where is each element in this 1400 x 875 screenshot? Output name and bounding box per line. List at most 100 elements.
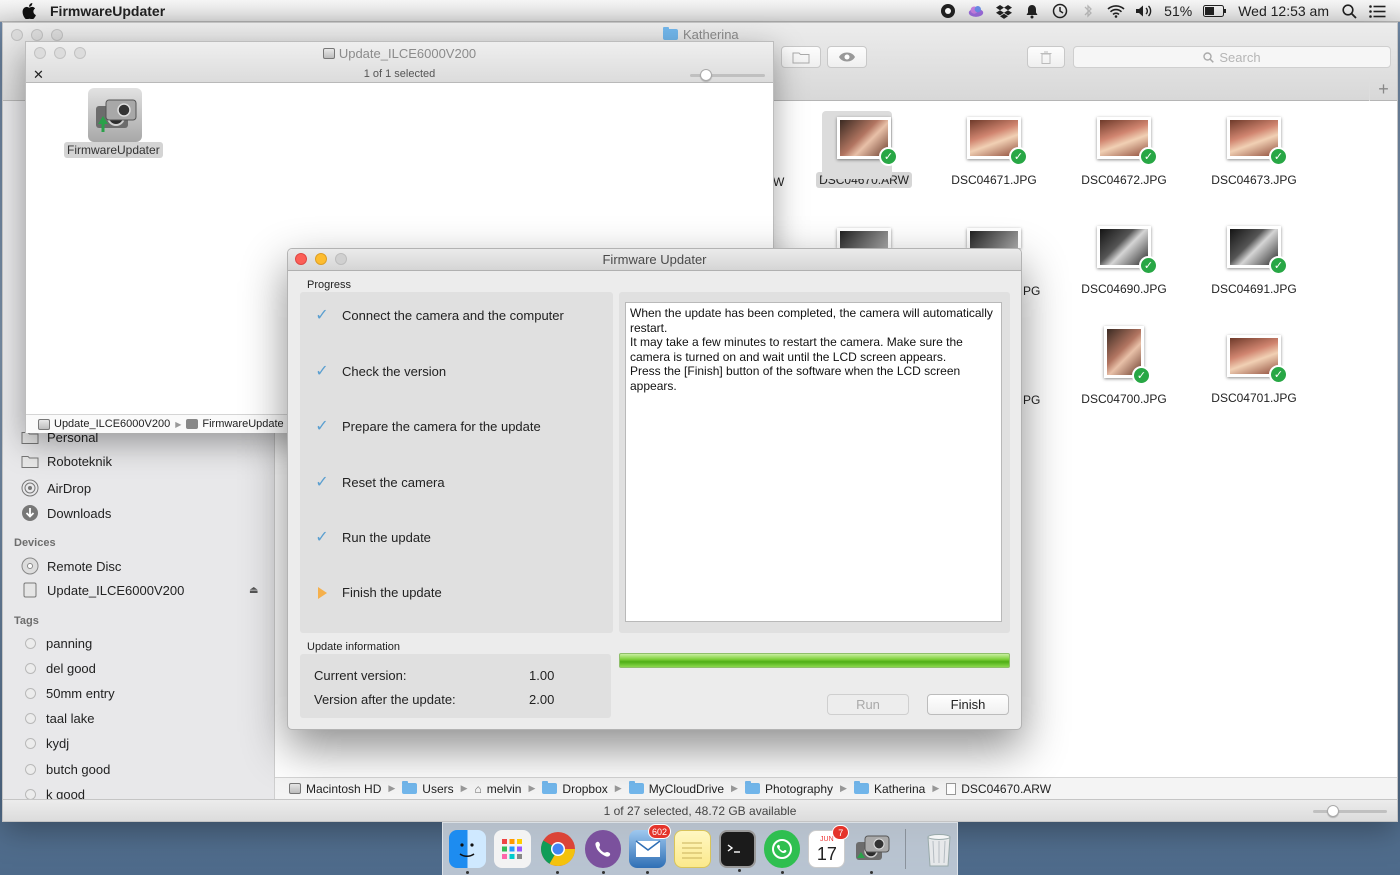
checkmark-icon: ✓ <box>879 147 898 166</box>
window-title: Update_ILCE6000V200 <box>26 46 773 61</box>
message-textbox[interactable]: When the update has been completed, the … <box>625 302 1002 622</box>
mail-icon[interactable]: 602 <box>629 824 671 874</box>
time-machine-icon[interactable] <box>1051 3 1069 19</box>
calendar-icon[interactable]: JUN 17 7 <box>808 825 850 868</box>
photo-thumbnail: ✓ <box>837 117 898 166</box>
tag-dot-icon <box>25 638 36 649</box>
path-bar: Macintosh HD ▶ Users ▶ ⌂ melvin ▶ Dropbox ▶ M… <box>275 777 1397 799</box>
photo-thumbnail-hidden[interactable] <box>837 228 891 248</box>
bluetooth-icon[interactable] <box>1079 3 1097 19</box>
airdrop-icon <box>21 479 39 497</box>
path-item-melvin[interactable]: ⌂ melvin <box>475 782 522 796</box>
sidebar-item-remote-disc[interactable]: Remote Disc <box>21 557 121 575</box>
sidebar-item-roboteknik[interactable]: Roboteknik <box>21 454 112 469</box>
finish-button[interactable]: Finish <box>927 694 1009 715</box>
firmware-updater-icon[interactable] <box>853 830 891 874</box>
trash-button[interactable] <box>1027 46 1065 68</box>
icon-size-slider[interactable] <box>1313 805 1387 817</box>
photo-thumbnail-hidden[interactable] <box>967 228 1021 248</box>
new-folder-button[interactable] <box>781 46 821 68</box>
app-file-label: FirmwareUpdater <box>64 142 163 158</box>
path-item-photography[interactable]: Photography <box>744 781 833 796</box>
file-name-partial: PG <box>1023 393 1041 407</box>
message-panel: When the update has been completed, the … <box>619 292 1010 633</box>
eject-icon[interactable]: ⏏ <box>249 585 259 596</box>
message-line: When the update has been completed, the … <box>630 306 993 335</box>
path-item-dropbox[interactable]: Dropbox <box>542 781 608 796</box>
step-run: ✓ Run the update <box>315 529 431 546</box>
file-item-dsc04701[interactable]: ✓ DSC04701.JPG <box>1189 335 1319 406</box>
after-version-value: 2.00 <box>529 692 555 707</box>
spotlight-icon[interactable] <box>1340 3 1358 19</box>
file-item-dsc04670[interactable]: ✓ DSC04670.ARW <box>799 111 929 188</box>
dialog-titlebar: Firmware Updater <box>288 249 1021 271</box>
whatsapp-icon[interactable] <box>763 830 801 874</box>
volume-icon[interactable] <box>1135 3 1153 19</box>
notes-icon[interactable] <box>674 830 711 868</box>
firmware-updater-app-icon[interactable] <box>88 88 142 142</box>
cloud-icon[interactable] <box>967 3 985 19</box>
folder-icon <box>21 456 39 468</box>
slider-knob[interactable] <box>1327 805 1339 817</box>
file-name: DSC04700.JPG <box>1081 392 1167 406</box>
dropbox-icon[interactable] <box>995 3 1013 19</box>
sidebar-tag-50mm-entry[interactable]: 50mm entry <box>21 686 115 701</box>
icon-size-slider[interactable] <box>690 69 765 81</box>
quick-look-button[interactable] <box>827 46 867 68</box>
path-item-app[interactable]: FirmwareUpdate <box>186 418 284 430</box>
sidebar-item-update-volume[interactable]: Update_ILCE6000V200 <box>21 582 184 598</box>
update-info-panel: Current version: 1.00 Version after the … <box>300 654 611 718</box>
file-item-dsc04690[interactable]: ✓ DSC04690.JPG <box>1059 226 1189 297</box>
slider-knob[interactable] <box>700 69 712 81</box>
path-item-katherina[interactable]: Katherina <box>853 781 925 796</box>
sidebar-item-airdrop[interactable]: AirDrop <box>21 479 91 497</box>
path-item-myclouddrive[interactable]: MyCloudDrive <box>628 781 724 796</box>
search-field[interactable]: Search <box>1073 46 1391 68</box>
eye-icon <box>839 52 855 62</box>
add-tab-button[interactable]: + <box>1369 77 1397 101</box>
apple-icon[interactable] <box>20 2 38 20</box>
app-menu-name[interactable]: FirmwareUpdater <box>50 3 165 19</box>
finder-icon[interactable] <box>449 830 486 874</box>
path-item-macintosh-hd[interactable]: Macintosh HD <box>289 782 381 796</box>
new-folder-icon <box>792 52 810 63</box>
file-item-dsc04691[interactable]: ✓ DSC04691.JPG <box>1189 226 1319 297</box>
terminal-icon[interactable] <box>718 830 756 872</box>
checkmark-icon: ✓ <box>315 307 329 324</box>
sidebar-tag-panning[interactable]: panning <box>21 636 92 651</box>
zoom-button[interactable] <box>51 29 63 41</box>
step-finish: Finish the update <box>314 585 442 600</box>
chrome-icon[interactable] <box>539 830 577 874</box>
file-item-dsc04671[interactable]: ✓ DSC04671.JPG <box>929 117 1059 188</box>
path-item-file[interactable]: DSC04670.ARW <box>946 782 1051 796</box>
minimize-button[interactable] <box>31 29 43 41</box>
sidebar-tag-butch-good[interactable]: butch good <box>21 762 110 777</box>
viber-icon[interactable] <box>584 830 622 874</box>
file-item-dsc04672[interactable]: ✓ DSC04672.JPG <box>1059 117 1189 188</box>
sidebar-tag-kydj[interactable]: kydj <box>21 736 69 751</box>
menubar-clock[interactable]: Wed 12:53 am <box>1238 3 1329 19</box>
path-item-volume[interactable]: Update_ILCE6000V200 <box>38 418 170 430</box>
sidebar-item-downloads[interactable]: Downloads <box>21 504 111 522</box>
file-item-dsc04673[interactable]: ✓ DSC04673.JPG <box>1189 117 1319 188</box>
current-version-label: Current version: <box>314 668 407 683</box>
notification-center-icon[interactable] <box>1368 3 1386 19</box>
sidebar-tag-taal-lake[interactable]: taal lake <box>21 711 94 726</box>
sidebar-tag-del-good[interactable]: del good <box>21 661 96 676</box>
sidebar-heading-tags: Tags <box>14 615 39 627</box>
wifi-icon[interactable] <box>1107 3 1125 19</box>
step-prepare: ✓ Prepare the camera for the update <box>315 418 541 435</box>
launchpad-icon[interactable] <box>493 830 531 868</box>
close-button[interactable] <box>11 29 23 41</box>
battery-icon[interactable] <box>1203 3 1227 19</box>
trash-icon[interactable] <box>920 830 957 868</box>
tag-dot-icon <box>25 713 36 724</box>
file-item-dsc04700[interactable]: ✓ DSC04700.JPG <box>1059 326 1189 407</box>
step-check-version: ✓ Check the version <box>315 363 447 380</box>
file-name-partial: W <box>773 175 785 189</box>
viber-icon[interactable] <box>939 3 957 19</box>
file-icon <box>946 782 957 795</box>
run-button[interactable]: Run <box>827 694 909 715</box>
notification-icon[interactable] <box>1023 3 1041 19</box>
path-item-users[interactable]: Users <box>402 781 454 796</box>
